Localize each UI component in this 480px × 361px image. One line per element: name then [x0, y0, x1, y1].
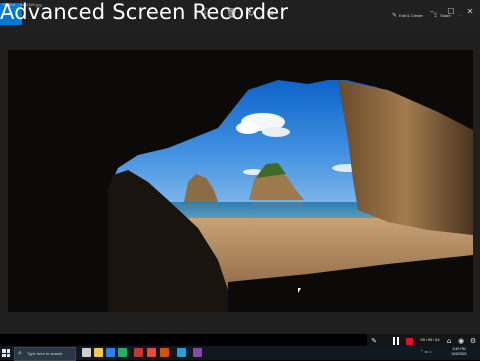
webcam-icon[interactable]: ◉: [457, 337, 465, 345]
app-icon-2[interactable]: [147, 348, 156, 357]
more-button[interactable]: …: [458, 12, 462, 17]
edge-icon[interactable]: [106, 348, 115, 357]
app-icon-1[interactable]: [134, 348, 143, 357]
maximize-icon[interactable]: ☐: [446, 7, 456, 17]
pause-button[interactable]: [392, 337, 400, 345]
edit-create-button[interactable]: ✎ Edit & Create: [392, 12, 423, 19]
search-icon: ⌕: [18, 349, 22, 357]
photos-app-window: Photos – img1920.jpg Advanced Screen Rec…: [0, 0, 480, 334]
info-icon[interactable]: ⓘ: [200, 9, 210, 19]
stop-button[interactable]: [406, 338, 413, 345]
store-icon[interactable]: [118, 348, 127, 357]
search-placeholder: Type here to search: [27, 351, 63, 356]
camera-icon[interactable]: ⌂: [445, 337, 453, 345]
edit-icon: ✎: [392, 13, 398, 19]
recording-timer: 00:00:34: [420, 339, 440, 343]
app-icon-3[interactable]: [160, 348, 169, 357]
close-icon[interactable]: ✕: [465, 7, 475, 17]
minimize-icon[interactable]: –: [427, 7, 437, 17]
delete-icon[interactable]: 🗑: [226, 9, 237, 19]
taskbar-search[interactable]: ⌕ Type here to search: [14, 347, 76, 361]
recorder-watermark: Advanced Screen Recorder: [0, 0, 289, 24]
recorder-taskbar-icon[interactable]: [193, 348, 202, 357]
photo-viewer[interactable]: [8, 50, 473, 312]
crop-icon[interactable]: ⌗: [266, 9, 276, 19]
edit-create-label: Edit & Create: [399, 13, 423, 18]
mouse-cursor: [298, 288, 301, 293]
title-bar: Photos – img1920.jpg Advanced Screen Rec…: [0, 0, 480, 32]
task-view-icon[interactable]: [82, 348, 91, 357]
file-explorer-icon[interactable]: [94, 348, 103, 357]
start-button[interactable]: [2, 349, 10, 357]
cave-beach-photo: [8, 50, 473, 312]
settings-icon[interactable]: ⚙: [469, 337, 477, 345]
rotate-icon[interactable]: ↻: [246, 9, 256, 19]
pen-icon[interactable]: ✎: [370, 337, 378, 345]
tray-icons[interactable]: ⌃ ▭ ♪: [420, 349, 431, 354]
photos-icon[interactable]: [177, 348, 186, 357]
taskbar: ⌕ Type here to search ⌃ ▭ ♪ 3:40 PM 10/6…: [0, 346, 480, 361]
clock-date: 10/6/2021: [451, 352, 467, 356]
taskbar-clock[interactable]: 3:40 PM 10/6/2021: [446, 347, 472, 357]
